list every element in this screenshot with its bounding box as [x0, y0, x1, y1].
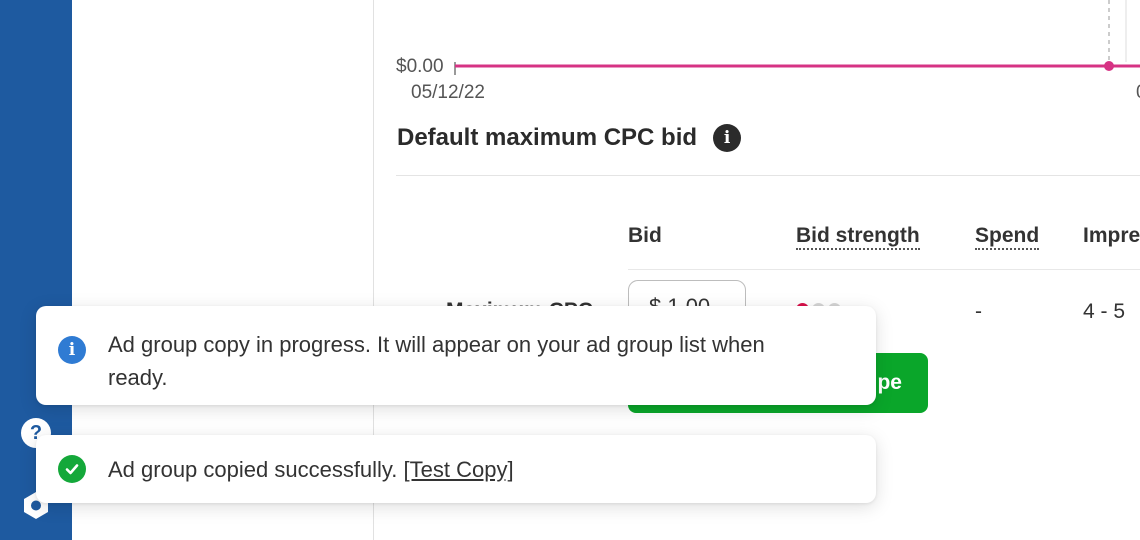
divider [396, 175, 1140, 176]
success-toast: Ad group copied successfully. [Test Copy… [36, 435, 876, 503]
x-axis-tick-label: 0 [1136, 82, 1140, 104]
check-circle-icon [58, 455, 86, 483]
column-header-impressions: Impre [1083, 224, 1140, 247]
info-icon: i [58, 336, 86, 364]
info-toast: i Ad group copy in progress. It will app… [36, 306, 876, 405]
chart-canvas [454, 0, 1140, 75]
spend-value: - [975, 300, 982, 323]
header-divider [628, 269, 1140, 270]
series-point [1104, 61, 1114, 71]
test-copy-link[interactable]: [Test Copy] [404, 457, 514, 482]
column-header-bid: Bid [628, 224, 662, 247]
column-header-spend[interactable]: Spend [975, 224, 1040, 250]
y-axis-tick-label: $0.00 [396, 56, 444, 77]
column-header-bid-strength[interactable]: Bid strength [796, 224, 920, 250]
success-toast-message: Ad group copied successfully. [Test Copy… [108, 453, 788, 486]
info-toast-message: Ad group copy in progress. It will appea… [108, 332, 765, 390]
impressions-value: 4 - 5 [1083, 300, 1126, 323]
info-icon[interactable]: i [713, 124, 742, 152]
section-title-text: Default maximum CPC bid [397, 124, 698, 151]
spend-chart: $0.00 05/12/22 0 [374, 0, 1140, 110]
x-axis-tick-label: 05/12/22 [411, 82, 485, 103]
section-title: Default maximum CPC bid i [397, 124, 742, 152]
success-toast-text: Ad group copied successfully. [108, 456, 404, 482]
